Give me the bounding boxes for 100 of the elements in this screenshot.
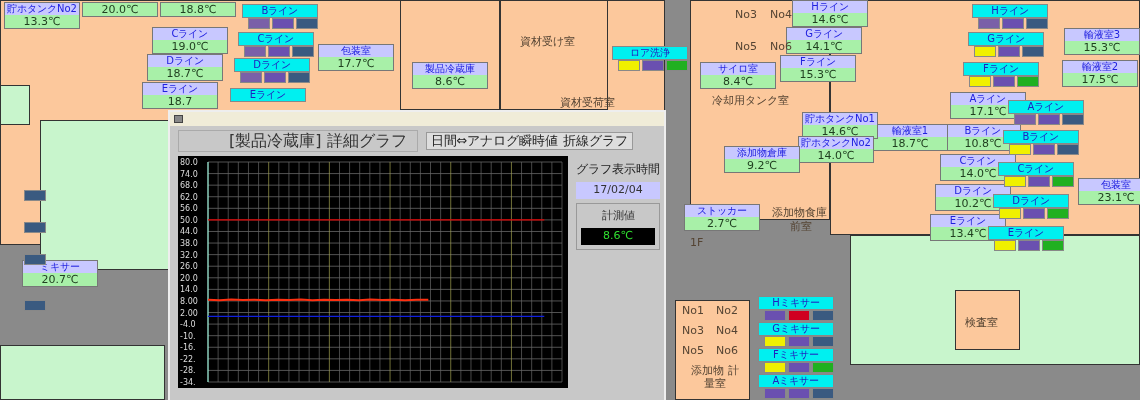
line-name: Eライン xyxy=(988,226,1064,240)
line-name: Bライン xyxy=(1003,130,1079,144)
sensor-name: Gライン xyxy=(787,28,861,40)
reading-display: 8.6℃ xyxy=(581,228,655,245)
sensor-name: 包装室 xyxy=(1079,179,1140,191)
sensor-name: Dライン xyxy=(148,55,222,67)
temperature-reading: 20.0℃ xyxy=(83,3,157,16)
room-label: No5 xyxy=(682,344,704,357)
line-name: Aライン xyxy=(1008,100,1084,114)
room-label: 検査室 xyxy=(965,316,998,329)
temperature-reading: 13.3℃ xyxy=(5,15,79,28)
room-label: No6 xyxy=(716,344,738,357)
graph-title: [製品冷蔵庫] 詳細グラフ xyxy=(178,130,418,152)
sensor-name: Cライン xyxy=(153,28,227,40)
sensor-name: サイロ室 xyxy=(701,63,775,75)
room-label: 添加物食庫 xyxy=(772,206,827,219)
sensor-name: 輸液室3 xyxy=(1065,29,1139,41)
sensor-name: Dライン xyxy=(936,185,1010,197)
line-name: Hミキサー xyxy=(758,296,834,310)
sensor-name: Cライン xyxy=(941,155,1015,167)
temperature-reading: 15.3℃ xyxy=(781,68,855,81)
line-name: Cライン xyxy=(238,32,314,46)
sensor-name: Fライン xyxy=(781,56,855,68)
sensor-name: 貯ホタンクNo1 xyxy=(803,113,877,125)
temperature-reading: 2.7℃ xyxy=(685,217,759,230)
temperature-reading: 8.6℃ xyxy=(413,75,487,88)
axis-tick-label: -28. xyxy=(180,366,196,376)
room-label: No2 xyxy=(716,304,738,317)
sensor-name: 貯ホタンクNo2 xyxy=(5,3,79,15)
axis-tick-label: 68.0 xyxy=(180,181,198,191)
axis-tick-label: 74.0 xyxy=(180,169,198,179)
line-name: Hライン xyxy=(972,4,1048,18)
line-name: Dライン xyxy=(234,58,310,72)
line-name: Cライン xyxy=(998,162,1074,176)
temperature-reading: 17.7℃ xyxy=(319,57,393,70)
room-label: 資材受け室 xyxy=(520,35,575,48)
temperature-reading: 19.0℃ xyxy=(153,40,227,53)
sensor-name: Hライン xyxy=(793,1,867,13)
sensor-name: Eライン xyxy=(931,215,1005,227)
temperature-reading: 14.6℃ xyxy=(793,13,867,26)
room-outline xyxy=(955,290,1020,350)
line-name: Aミキサー xyxy=(758,374,834,388)
temperature-reading: 17.5℃ xyxy=(1063,73,1137,86)
axis-tick-label: 2.00 xyxy=(180,308,198,318)
room-label: 冷却用タンク室 xyxy=(712,94,789,107)
axis-tick-label: 20.0 xyxy=(180,273,198,283)
time-label: グラフ表示時間 xyxy=(576,161,660,178)
temperature-reading: 18.8℃ xyxy=(161,3,235,16)
axis-tick-label: -4.0 xyxy=(180,320,196,330)
temperature-reading: 15.3℃ xyxy=(1065,41,1139,54)
axis-tick-label: 8.00 xyxy=(180,296,198,306)
axis-tick-label: -34. xyxy=(180,378,196,387)
room-label: 1F xyxy=(690,236,704,249)
room-label: No4 xyxy=(770,8,792,21)
axis-tick-label: 50.0 xyxy=(180,215,198,225)
temperature-reading: 18.7 xyxy=(143,95,217,108)
sensor-name: Eライン xyxy=(143,83,217,95)
line-name: Gライン xyxy=(968,32,1044,46)
axis-tick-label: 80.0 xyxy=(180,158,198,167)
sensor-name: Aライン xyxy=(951,93,1025,105)
line-name: Fライン xyxy=(963,62,1039,76)
window-icon xyxy=(174,115,183,123)
temperature-reading: 18.7℃ xyxy=(148,67,222,80)
axis-tick-label: 38.0 xyxy=(180,239,198,249)
room-label: 前室 xyxy=(790,220,812,233)
sensor-name: 製品冷蔵庫 xyxy=(413,63,487,75)
line-name: Dライン xyxy=(993,194,1069,208)
temperature-reading: 23.1℃ xyxy=(1079,191,1140,204)
sensor-name: 貯ホタンクNo2 xyxy=(799,137,873,149)
room-label: No3 xyxy=(682,324,704,337)
graph-mode-label: 日間⇔アナログ瞬時値 折線グラフ xyxy=(425,132,633,150)
temperature-reading: 14.0℃ xyxy=(799,149,873,162)
line-name: Gミキサー xyxy=(758,322,834,336)
reading-label: 計測値 xyxy=(601,207,635,224)
line-name: Bライン xyxy=(242,4,318,18)
axis-tick-label: -22. xyxy=(180,354,196,364)
room-label: No5 xyxy=(735,40,757,53)
time-value: 17/02/04 xyxy=(576,182,660,199)
axis-tick-label: 44.0 xyxy=(180,227,198,237)
room-label: No1 xyxy=(682,304,704,317)
axis-tick-label: -16. xyxy=(180,343,196,353)
sensor-name: 添加物倉庫 xyxy=(725,147,799,159)
axis-tick-label: 14.0 xyxy=(180,285,198,295)
axis-tick-label: 56.0 xyxy=(180,204,198,214)
sensor-name: 包装室 xyxy=(319,45,393,57)
sensor-name: 輸液室2 xyxy=(1063,61,1137,73)
axis-tick-label: 32.0 xyxy=(180,250,198,260)
axis-tick-label: 26.0 xyxy=(180,262,198,272)
axis-tick-label: 62.0 xyxy=(180,192,198,202)
sensor-name: ストッカー xyxy=(685,205,759,217)
temperature-reading: 8.4℃ xyxy=(701,75,775,88)
axis-tick-label: -10. xyxy=(180,331,196,341)
room-label: No4 xyxy=(716,324,738,337)
temperature-reading: 20.7℃ xyxy=(23,273,97,286)
room-label: No3 xyxy=(735,8,757,21)
temperature-reading: 9.2℃ xyxy=(725,159,799,172)
temperature-reading: 18.7℃ xyxy=(873,137,947,150)
line-name: ロア洗浄 xyxy=(612,46,688,60)
line-name: Eライン xyxy=(230,88,306,102)
room-label: 添加物 計量室 xyxy=(690,364,740,390)
